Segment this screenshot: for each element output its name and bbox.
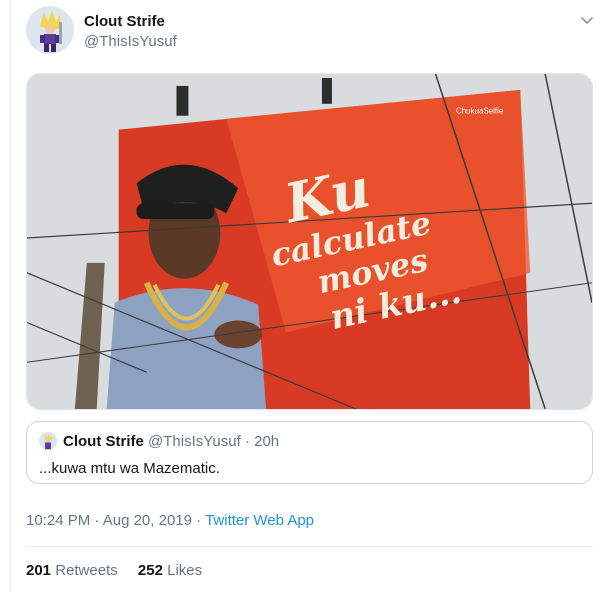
quoted-author-handle: @ThisIsYusuf bbox=[148, 433, 241, 450]
tweet-media-photo[interactable]: ChukuaSelfie Ku calculate moves ni ku... bbox=[26, 73, 593, 410]
tweet-date[interactable]: Aug 20, 2019 bbox=[103, 512, 192, 529]
timeline-border bbox=[10, 0, 11, 592]
tweet-header: Clout Strife @ThisIsYusuf bbox=[26, 6, 595, 54]
author-block: Clout Strife @ThisIsYusuf bbox=[84, 12, 177, 51]
quoted-tweet[interactable]: Clout Strife @ThisIsYusuf · 20h ...kuwa … bbox=[26, 421, 593, 484]
retweets-count: 201 bbox=[26, 562, 52, 579]
likes-label: Likes bbox=[167, 562, 203, 579]
quoted-avatar-image bbox=[39, 432, 57, 450]
retweets-stat[interactable]: 201 Retweets bbox=[26, 562, 118, 580]
avatar-image bbox=[26, 6, 74, 54]
likes-stat[interactable]: 252 Likes bbox=[138, 562, 202, 580]
author-display-name[interactable]: Clout Strife bbox=[84, 12, 177, 31]
source-app-link[interactable]: Twitter Web App bbox=[205, 512, 314, 529]
author-handle[interactable]: @ThisIsYusuf bbox=[84, 32, 177, 51]
likes-count: 252 bbox=[137, 562, 163, 579]
billboard-photo: ChukuaSelfie Ku calculate moves ni ku... bbox=[27, 74, 592, 409]
billboard-lamp bbox=[176, 85, 189, 116]
quoted-avatar bbox=[39, 432, 57, 450]
quoted-separator: · bbox=[244, 433, 250, 450]
tweet-timestamp: 10:24 PM · Aug 20, 2019 · Twitter Web Ap… bbox=[26, 511, 314, 531]
stats-divider bbox=[26, 546, 593, 547]
timestamp-separator: · bbox=[196, 512, 202, 529]
tweet-time[interactable]: 10:24 PM bbox=[26, 512, 90, 529]
tweet-stats: 201 Retweets 252 Likes bbox=[26, 562, 218, 580]
billboard-social-handle: ChukuaSelfie bbox=[456, 107, 504, 116]
quoted-age: 20h bbox=[254, 433, 280, 450]
quoted-tweet-text: ...kuwa mtu wa Mazematic. bbox=[39, 460, 220, 477]
quoted-tweet-header: Clout Strife @ThisIsYusuf · 20h bbox=[63, 433, 279, 451]
avatar[interactable] bbox=[26, 6, 74, 54]
chevron-down-icon[interactable] bbox=[579, 12, 595, 28]
retweets-label: Retweets bbox=[55, 562, 118, 579]
tweet-card: Clout Strife @ThisIsYusuf ChukuaSelfie K… bbox=[0, 0, 615, 592]
timestamp-separator: · bbox=[94, 512, 100, 529]
quoted-author-name: Clout Strife bbox=[63, 433, 144, 450]
billboard-lamp bbox=[321, 77, 332, 104]
